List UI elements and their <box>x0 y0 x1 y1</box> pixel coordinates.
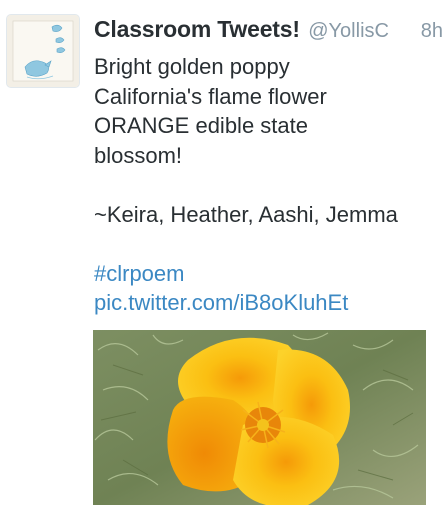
author-display-name[interactable]: Classroom Tweets! <box>94 16 300 42</box>
poppy-photo <box>93 330 426 505</box>
poem-signature: ~Keira, Heather, Aashi, Jemma <box>94 201 398 227</box>
tweet-photo[interactable] <box>93 330 426 505</box>
poem-line: Bright golden poppy <box>94 54 290 79</box>
tweet-card: Classroom Tweets! @YollisC 8h Bright gol… <box>0 0 443 513</box>
tweet-timestamp[interactable]: 8h <box>416 16 443 50</box>
hashtag-link[interactable]: #clrpoem <box>94 259 439 289</box>
poem-line: blossom! <box>94 142 183 168</box>
poem-line: California's flame flower <box>94 83 327 109</box>
line-break <box>94 229 439 259</box>
author-handle[interactable]: @YollisC <box>308 20 389 42</box>
tweet-text: Bright golden poppy California's flame f… <box>94 52 439 318</box>
avatar[interactable] <box>6 14 80 88</box>
tweet-header: Classroom Tweets! @YollisC 8h <box>94 16 443 50</box>
poem-line: ORANGE edible state <box>94 113 308 138</box>
line-break <box>94 170 439 200</box>
classroom-bird-drawing-icon <box>7 15 79 87</box>
media-link[interactable]: pic.twitter.com/iB8oKluhEt <box>94 288 439 318</box>
